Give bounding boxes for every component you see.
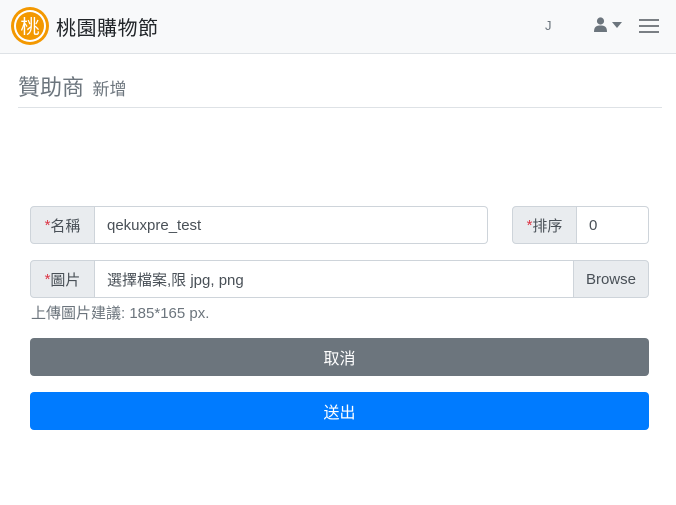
image-hint: 上傳圖片建議: 185*165 px. (31, 305, 210, 322)
browse-button[interactable]: Browse (572, 260, 649, 298)
brand-link[interactable]: 桃 桃園購物節 (10, 6, 159, 46)
order-input-group: * 排序 0 (512, 206, 649, 244)
brand-name: 桃園購物節 (56, 17, 159, 40)
image-input-group: * 圖片 選擇檔案,限 jpg, png Browse (30, 260, 649, 298)
cancel-button[interactable]: 取消 (30, 338, 649, 376)
order-label-text: 排序 (532, 217, 563, 235)
user-initial: J (545, 18, 552, 33)
user-icon (594, 17, 607, 32)
order-input[interactable]: 0 (577, 206, 649, 244)
name-label: * 名稱 (30, 206, 95, 244)
image-label-text: 圖片 (50, 271, 81, 289)
order-label: * 排序 (512, 206, 577, 244)
menu-icon[interactable] (638, 16, 660, 36)
image-label: * 圖片 (30, 260, 95, 298)
name-input[interactable]: qekuxpre_test (95, 206, 488, 244)
submit-button[interactable]: 送出 (30, 392, 649, 430)
image-file-input[interactable]: 選擇檔案,限 jpg, png (95, 260, 573, 298)
caret-down-icon (612, 21, 622, 28)
navbar: 桃 桃園購物節 J (0, 0, 676, 54)
name-label-text: 名稱 (50, 217, 81, 235)
logo-glyph: 桃 (20, 16, 39, 38)
page-header: 贊助商 新增 (18, 70, 662, 108)
name-input-group: * 名稱 qekuxpre_test (30, 206, 488, 244)
page-title: 贊助商 (18, 75, 85, 100)
user-menu-toggle[interactable] (594, 17, 622, 32)
logo-icon: 桃 (11, 7, 49, 45)
page-subtitle: 新增 (92, 80, 127, 99)
